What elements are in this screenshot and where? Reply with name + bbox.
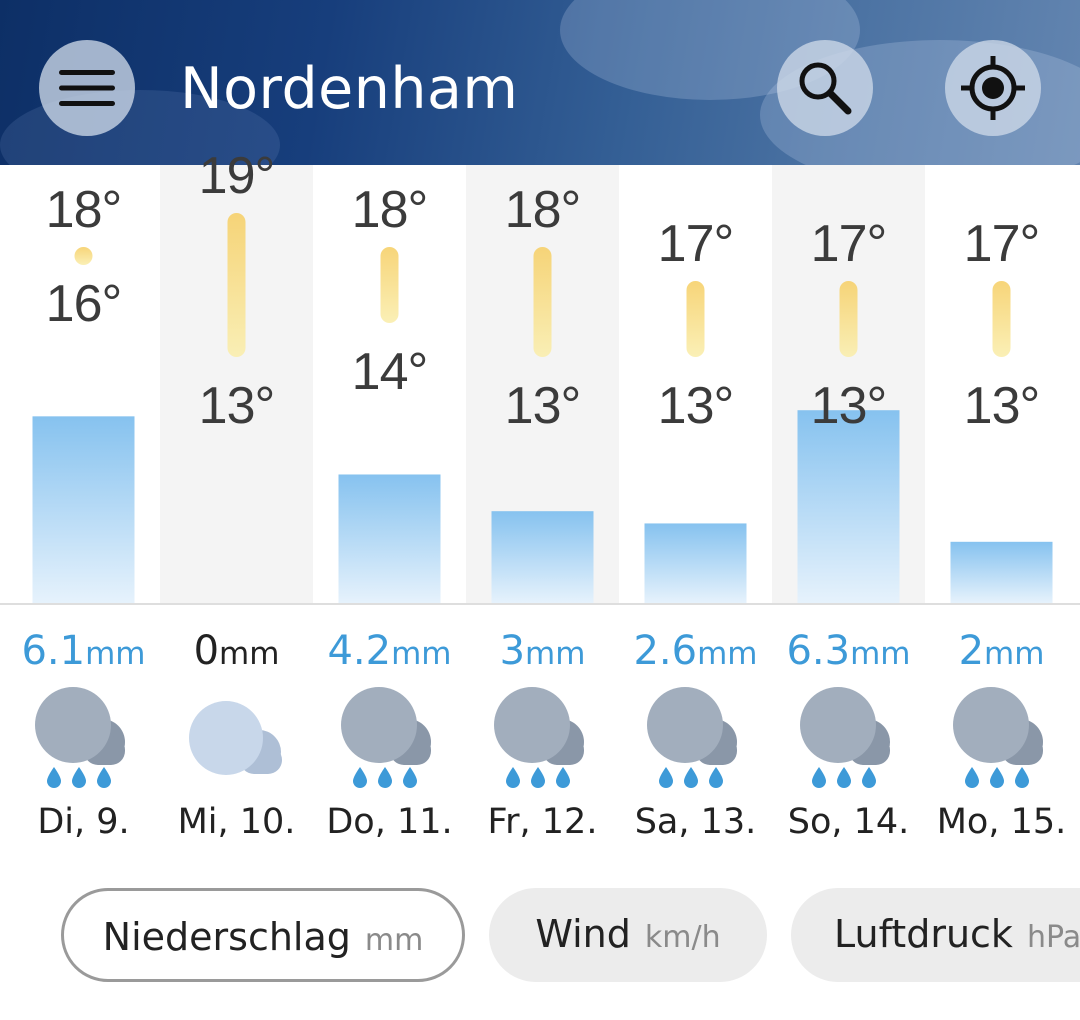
precipitation-amount: 0mm <box>194 628 280 674</box>
precipitation-unit: mm <box>525 636 586 672</box>
min-temperature-label: 13° <box>810 377 888 435</box>
precipitation-unit: mm <box>85 636 146 672</box>
cloud-rain-icon <box>34 687 125 788</box>
precipitation-bar <box>950 541 1053 603</box>
precipitation-value: 6.3 <box>786 628 851 674</box>
min-temperature-label: 13° <box>504 377 582 435</box>
day-date-label: Do, 11. <box>326 802 453 842</box>
temperature-range-bar <box>74 247 93 265</box>
luftdruck-toggle[interactable]: Luftdruck hPa <box>791 888 1080 982</box>
min-temperature-label: 13° <box>657 377 735 435</box>
day-date-label: So, 14. <box>787 802 910 842</box>
precipitation-bar <box>338 474 441 603</box>
precipitation-unit: mm <box>697 636 758 672</box>
pill-unit: hPa <box>1026 920 1080 955</box>
precipitation-amount: 6.1mm <box>21 628 145 674</box>
precipitation-amount: 2.6mm <box>633 628 757 674</box>
precipitation-unit: mm <box>219 636 280 672</box>
temperature-range-bar <box>227 213 246 357</box>
precipitation-value: 3 <box>499 628 526 674</box>
cloud-rain-icon <box>493 687 584 788</box>
app-header: Nordenham <box>0 0 1080 165</box>
min-temperature-label: 13° <box>963 377 1041 435</box>
precipitation-value: 6.1 <box>21 628 86 674</box>
cloud-rain-icon <box>340 687 431 788</box>
pill-label: Wind <box>535 912 631 956</box>
precipitation-amount: 2mm <box>959 628 1045 674</box>
niederschlag-toggle[interactable]: Niederschlag mm <box>61 888 465 982</box>
precipitation-amount: 4.2mm <box>327 628 451 674</box>
min-temperature-label: 14° <box>351 343 429 401</box>
precipitation-unit: mm <box>984 636 1045 672</box>
precipitation-value: 0 <box>193 628 220 674</box>
max-temperature-label: 17° <box>963 215 1041 273</box>
pill-unit: km/h <box>644 920 721 955</box>
cloud-rain-icon <box>799 687 890 788</box>
day-date-label: Fr, 12. <box>487 802 598 842</box>
precipitation-bar <box>797 410 900 603</box>
max-temperature-label: 17° <box>657 215 735 273</box>
cloud-rain-icon <box>952 687 1043 788</box>
search-button[interactable] <box>777 40 873 136</box>
min-temperature-label: 13° <box>198 377 276 435</box>
temperature-range-bar <box>992 281 1011 357</box>
precipitation-amount: 3mm <box>500 628 586 674</box>
precipitation-bar <box>491 511 594 603</box>
search-icon <box>799 62 852 115</box>
max-temperature-label: 18° <box>504 181 582 239</box>
precipitation-value: 2.6 <box>633 628 698 674</box>
day-date-label: Mo, 15. <box>936 802 1067 842</box>
temperature-range-bar <box>380 247 399 323</box>
page-title: Nordenham <box>180 56 519 122</box>
pill-label: Luftdruck <box>834 912 1013 956</box>
precipitation-amount: 6.3mm <box>786 628 910 674</box>
precipitation-row: 6.1mm 0mm 4.2mm 3mm 2.6mm 6.3mm 2mm <box>0 628 1080 688</box>
cloud-rain-icon <box>646 687 737 788</box>
temperature-range-bar <box>533 247 552 357</box>
hamburger-menu-icon <box>59 70 115 106</box>
weather-icon-row <box>0 682 1080 792</box>
pill-unit: mm <box>364 923 424 958</box>
max-temperature-label: 18° <box>45 181 123 239</box>
precipitation-unit: mm <box>850 636 911 672</box>
locate-icon <box>961 56 1025 120</box>
precipitation-bar <box>644 523 747 603</box>
temperature-range-bar <box>686 281 705 357</box>
pill-label: Niederschlag <box>102 915 351 959</box>
day-date-label: Di, 9. <box>37 802 130 842</box>
max-temperature-label: 17° <box>810 215 888 273</box>
temperature-range-bar <box>839 281 858 357</box>
precipitation-value: 2 <box>958 628 985 674</box>
location-button[interactable] <box>945 40 1041 136</box>
menu-button[interactable] <box>39 40 135 136</box>
forecast-chart: 18° 16° 19° 13° 18° 14° 18° 13° 17° 13° 17° 13° 17° 1… <box>0 147 1080 605</box>
max-temperature-label: 18° <box>351 181 429 239</box>
day-date-label: Mi, 10. <box>177 802 296 842</box>
wind-toggle[interactable]: Wind km/h <box>489 888 767 982</box>
day-date-label: Sa, 13. <box>634 802 757 842</box>
precipitation-bar <box>32 416 135 603</box>
chart-baseline <box>0 603 1080 605</box>
precipitation-unit: mm <box>391 636 452 672</box>
precipitation-value: 4.2 <box>327 628 392 674</box>
min-temperature-label: 16° <box>45 275 123 333</box>
max-temperature-label: 19° <box>198 147 276 205</box>
cloud-icon <box>188 701 282 775</box>
date-row: Di, 9. Mi, 10. Do, 11. Fr, 12. Sa, 13. So, 14… <box>0 802 1080 852</box>
